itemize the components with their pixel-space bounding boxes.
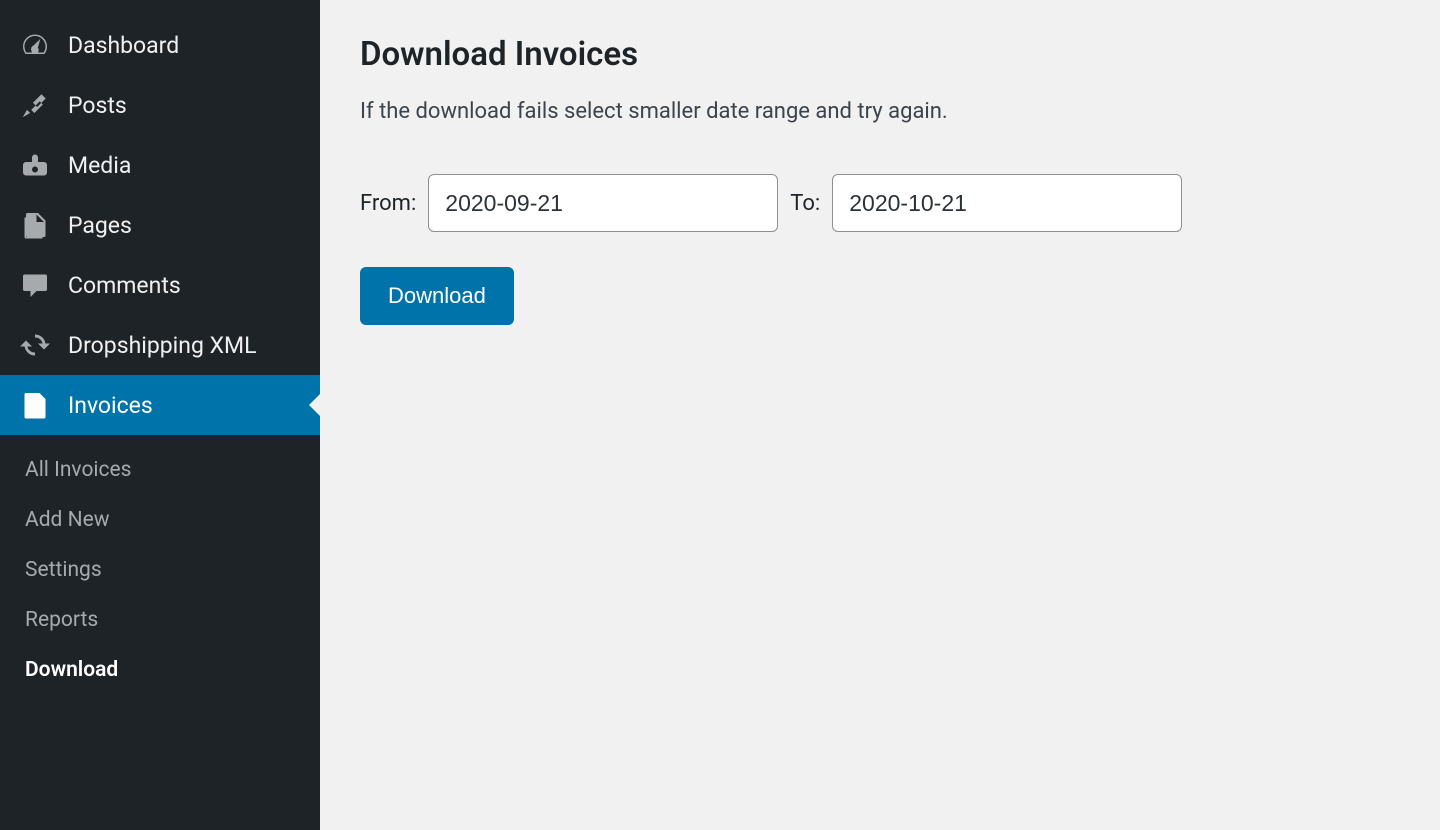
sidebar-item-label: Pages (68, 212, 132, 239)
submenu-item-all-invoices[interactable]: All Invoices (0, 445, 320, 495)
media-icon (20, 150, 50, 180)
dashboard-icon (20, 30, 50, 60)
page-title: Download Invoices (360, 35, 1400, 74)
sync-icon (20, 330, 50, 360)
from-date-input[interactable] (428, 174, 778, 232)
sidebar-item-label: Invoices (68, 392, 153, 419)
sidebar-item-label: Comments (68, 272, 181, 299)
comments-icon (20, 270, 50, 300)
to-label: To: (790, 191, 820, 216)
submenu-item-reports[interactable]: Reports (0, 595, 320, 645)
admin-sidebar: Dashboard Posts Media Pages Comments Dro… (0, 0, 320, 830)
sidebar-item-invoices[interactable]: Invoices (0, 375, 320, 435)
pin-icon (20, 90, 50, 120)
sidebar-item-label: Dropshipping XML (68, 332, 256, 359)
sidebar-item-dropshipping[interactable]: Dropshipping XML (0, 315, 320, 375)
submenu-item-settings[interactable]: Settings (0, 545, 320, 595)
sidebar-item-pages[interactable]: Pages (0, 195, 320, 255)
invoice-icon (20, 390, 50, 420)
sidebar-item-media[interactable]: Media (0, 135, 320, 195)
to-date-input[interactable] (832, 174, 1182, 232)
submenu-item-add-new[interactable]: Add New (0, 495, 320, 545)
sidebar-item-label: Media (68, 152, 131, 179)
sidebar-item-label: Posts (68, 92, 127, 119)
sidebar-item-dashboard[interactable]: Dashboard (0, 15, 320, 75)
date-range-row: From: To: (360, 174, 1400, 232)
help-text: If the download fails select smaller dat… (360, 99, 1400, 124)
sidebar-item-label: Dashboard (68, 32, 179, 59)
from-label: From: (360, 191, 416, 216)
submenu-item-download[interactable]: Download (0, 645, 320, 695)
sidebar-item-posts[interactable]: Posts (0, 75, 320, 135)
invoices-submenu: All Invoices Add New Settings Reports Do… (0, 435, 320, 710)
main-content: Download Invoices If the download fails … (320, 0, 1440, 830)
download-button[interactable]: Download (360, 267, 514, 325)
pages-icon (20, 210, 50, 240)
sidebar-item-comments[interactable]: Comments (0, 255, 320, 315)
